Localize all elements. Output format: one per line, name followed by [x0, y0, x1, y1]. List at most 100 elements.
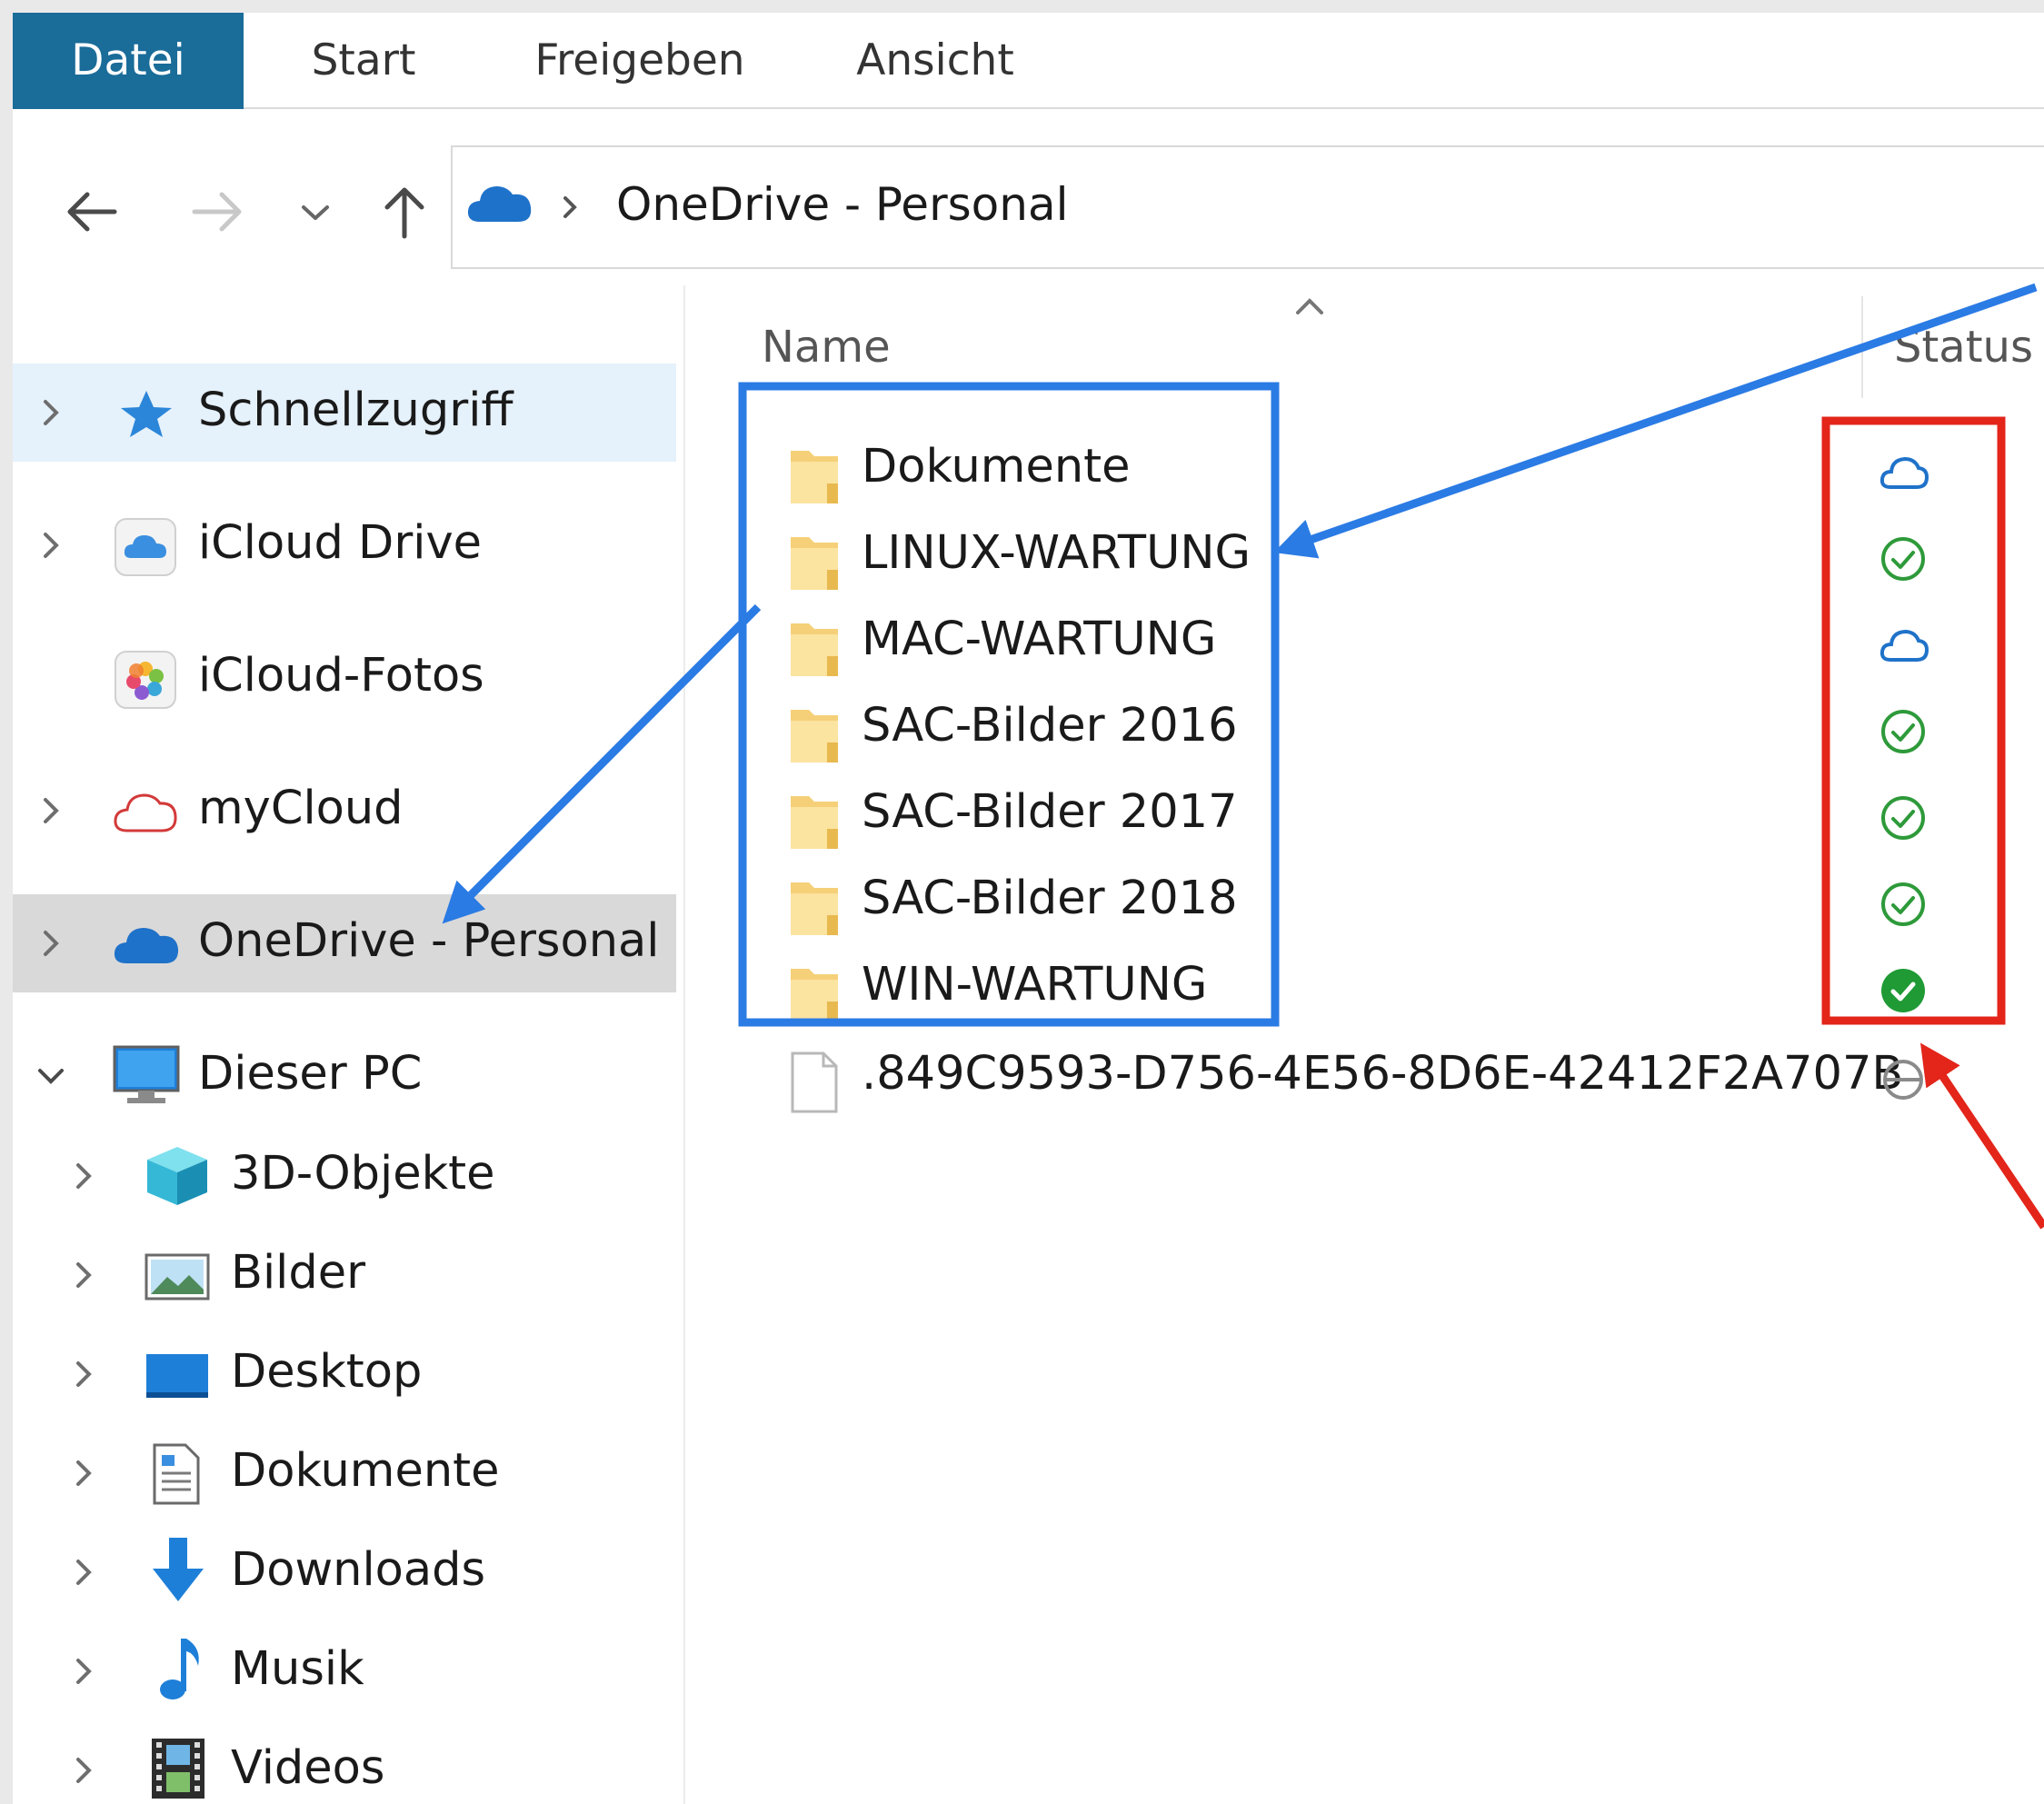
sidebar-item-icloud-fotos[interactable]: iCloud-Fotos — [13, 629, 676, 727]
chevron-right-icon[interactable] — [65, 1554, 102, 1590]
up-arrow-icon[interactable] — [373, 180, 436, 244]
folder-icon — [791, 882, 838, 935]
chevron-right-icon[interactable] — [65, 1455, 102, 1491]
sidebar-item-label: Schnellzugriff — [198, 384, 513, 437]
sidebar-item-downloads[interactable]: Downloads — [13, 1523, 676, 1621]
file-name: SAC-Bilder 2017 — [862, 785, 1238, 839]
navigation-pane: Schnellzugriff iCloud Drive iCloud-Fotos — [13, 285, 685, 1804]
back-arrow-icon[interactable] — [60, 180, 124, 244]
chevron-right-icon[interactable] — [65, 1653, 102, 1689]
3d-objects-icon — [147, 1147, 207, 1205]
sidebar-item-label: Dieser PC — [198, 1047, 423, 1101]
chevron-right-icon[interactable] — [65, 1356, 102, 1392]
excluded-status-icon — [1883, 1060, 1923, 1100]
onedrive-cloud-icon — [467, 186, 532, 222]
forward-arrow-icon[interactable] — [185, 180, 249, 244]
sidebar-item-label: Dokumente — [231, 1444, 500, 1498]
folder-icon — [791, 451, 838, 503]
chevron-right-icon[interactable] — [65, 1158, 102, 1194]
tab-start[interactable]: Start — [282, 13, 445, 109]
file-name: SAC-Bilder 2016 — [862, 699, 1238, 752]
chevron-right-icon[interactable] — [33, 792, 69, 829]
recent-locations-chevron-icon[interactable] — [293, 180, 338, 244]
sidebar-item-label: Bilder — [231, 1246, 366, 1300]
file-name: Dokumente — [862, 440, 1131, 493]
sidebar-item-label: myCloud — [198, 782, 404, 835]
this-pc-icon — [113, 1045, 180, 1103]
file-name: SAC-Bilder 2018 — [862, 872, 1238, 925]
file-list: Name Status Dokumente LINUX-WARTUNG MAC-… — [687, 285, 2044, 1804]
sidebar-item-label: OneDrive - Personal — [198, 914, 660, 968]
list-item[interactable]: .849C9593-D756-4E56-8D6E-42412F2A707B — [687, 1034, 2044, 1121]
sidebar-item-bilder[interactable]: Bilder — [13, 1226, 676, 1324]
folder-icon — [791, 796, 838, 849]
sidebar-item-mycloud[interactable]: myCloud — [13, 762, 676, 860]
chevron-right-icon[interactable] — [33, 527, 69, 563]
folder-icon — [791, 710, 838, 762]
tab-freigeben[interactable]: Freigeben — [504, 13, 776, 109]
column-header-name[interactable]: Name — [762, 322, 891, 373]
chevron-right-icon[interactable] — [33, 394, 69, 431]
videos-icon — [152, 1739, 204, 1799]
music-icon — [160, 1639, 199, 1699]
sidebar-item-label: iCloud-Fotos — [198, 649, 484, 703]
chevron-down-icon[interactable] — [33, 1058, 69, 1094]
list-item[interactable]: SAC-Bilder 2018 — [687, 859, 2044, 945]
folder-icon — [791, 623, 838, 676]
icloud-drive-icon — [115, 518, 176, 576]
sidebar-item-3d-objekte[interactable]: 3D-Objekte — [13, 1127, 676, 1225]
sidebar-item-label: Downloads — [231, 1543, 486, 1597]
navigation-bar: OneDrive - Personal — [13, 109, 2044, 285]
list-item[interactable]: MAC-WARTUNG — [687, 600, 2044, 686]
downloads-icon — [153, 1538, 204, 1601]
list-item[interactable]: WIN-WARTUNG — [687, 945, 2044, 1032]
breadcrumb-onedrive-personal[interactable]: OneDrive - Personal — [616, 178, 1069, 231]
always-keep-check-icon — [1881, 969, 1925, 1012]
chevron-right-icon[interactable] — [65, 1752, 102, 1789]
documents-icon — [153, 1443, 200, 1505]
sidebar-item-onedrive-personal[interactable]: OneDrive - Personal — [13, 894, 676, 992]
onedrive-icon — [114, 928, 179, 963]
available-locally-check-icon — [1881, 537, 1925, 581]
file-name: LINUX-WARTUNG — [862, 526, 1251, 580]
desktop-icon — [146, 1354, 208, 1398]
chevron-right-icon[interactable] — [33, 925, 69, 962]
pictures-icon — [145, 1253, 210, 1301]
mycloud-icon — [114, 793, 177, 832]
address-bar[interactable]: OneDrive - Personal — [451, 145, 2044, 269]
available-locally-check-icon — [1881, 710, 1925, 753]
sidebar-item-icloud-drive[interactable]: iCloud Drive — [13, 496, 676, 594]
tab-datei[interactable]: Datei — [13, 13, 244, 109]
sort-ascending-icon — [1296, 298, 1323, 314]
tab-ansicht[interactable]: Ansicht — [831, 13, 1040, 109]
sidebar-item-musik[interactable]: Musik — [13, 1622, 676, 1720]
folder-icon — [791, 537, 838, 590]
sidebar-item-label: Videos — [231, 1741, 385, 1795]
cloud-only-status-icon — [1879, 629, 1929, 662]
sidebar-item-dokumente[interactable]: Dokumente — [13, 1424, 676, 1522]
sidebar-item-desktop[interactable]: Desktop — [13, 1325, 676, 1423]
column-header-status[interactable]: Status — [1894, 322, 2033, 373]
icloud-photos-icon — [115, 651, 176, 709]
folder-icon — [791, 969, 838, 1022]
list-item[interactable]: LINUX-WARTUNG — [687, 513, 2044, 600]
sidebar-item-label: 3D-Objekte — [231, 1147, 495, 1201]
list-item[interactable]: SAC-Bilder 2016 — [687, 686, 2044, 772]
sidebar-item-label: iCloud Drive — [198, 516, 483, 570]
file-name: MAC-WARTUNG — [862, 613, 1217, 666]
available-locally-check-icon — [1881, 882, 1925, 926]
list-item[interactable]: Dokumente — [687, 427, 2044, 513]
breadcrumb-chevron-icon[interactable] — [556, 191, 583, 224]
sidebar-item-dieser-pc[interactable]: Dieser PC — [13, 1027, 676, 1125]
quick-access-star-icon — [121, 391, 172, 437]
file-icon — [791, 1052, 838, 1113]
sidebar-item-label: Desktop — [231, 1345, 423, 1399]
explorer-window: Datei Start Freigeben Ansicht OneDrive -… — [13, 13, 2044, 1804]
sidebar-item-videos[interactable]: Videos — [13, 1721, 676, 1804]
column-divider[interactable] — [1861, 296, 1863, 398]
chevron-right-icon[interactable] — [65, 1257, 102, 1293]
file-name: .849C9593-D756-4E56-8D6E-42412F2A707B — [862, 1047, 1904, 1101]
list-item[interactable]: SAC-Bilder 2017 — [687, 772, 2044, 859]
ribbon-tabs: Datei Start Freigeben Ansicht — [13, 13, 2044, 109]
sidebar-item-schnellzugriff[interactable]: Schnellzugriff — [13, 364, 676, 462]
